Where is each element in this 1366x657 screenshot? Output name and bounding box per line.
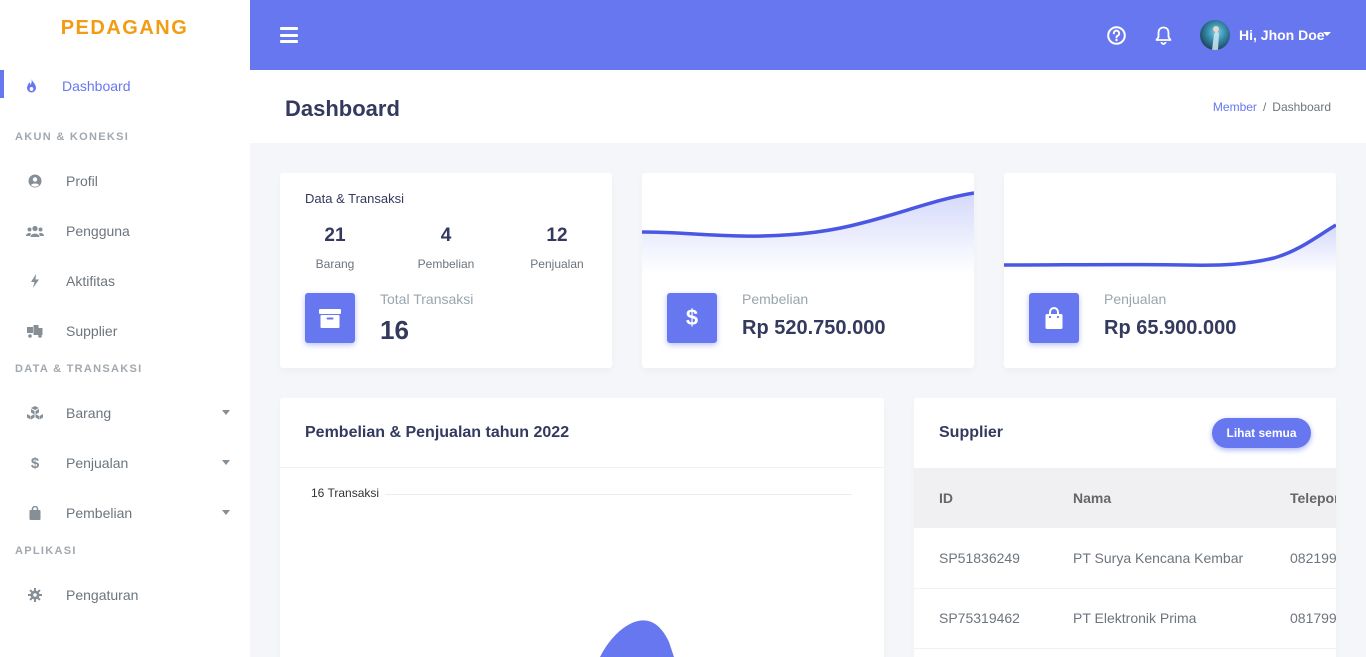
penjualan-card: Penjualan Rp 65.900.000: [1004, 173, 1336, 368]
chart-pie: [600, 620, 674, 657]
sidebar-item-label: Profil: [66, 173, 98, 189]
sidebar-item-dashboard[interactable]: Dashboard: [0, 70, 250, 102]
sidebar-item-label: Dashboard: [62, 78, 131, 94]
sidebar-item-label: Aktifitas: [66, 273, 116, 289]
breadcrumb-member-link[interactable]: Member: [1213, 100, 1257, 114]
pembelian-count: 4: [440, 225, 452, 246]
table-header: ID Nama Telepon: [914, 468, 1336, 528]
sidebar-item-profil[interactable]: Profil: [0, 156, 250, 206]
column-header-nama: Nama: [1073, 490, 1112, 506]
user-name[interactable]: Hi, Jhon Doe: [1239, 27, 1325, 43]
barang-label: Barang: [315, 257, 355, 271]
row-divider: [914, 648, 1336, 649]
brand-logo[interactable]: PEDAGANG: [0, 0, 250, 56]
penjualan-sparkline: [1004, 223, 1336, 273]
cubes-icon: [25, 406, 45, 420]
stats-title: Data & Transaksi: [305, 191, 404, 206]
dollar-icon: $: [667, 293, 717, 343]
sidebar-item-aktifitas[interactable]: Aktifitas: [0, 256, 250, 306]
gear-icon: [25, 588, 45, 602]
chevron-down-icon[interactable]: [1323, 32, 1331, 36]
column-header-telepon: Telepon: [1290, 490, 1336, 506]
bolt-icon: [25, 274, 45, 288]
avatar[interactable]: [1200, 20, 1230, 50]
cell-nama: PT Surya Kencana Kembar: [1073, 550, 1244, 566]
fire-icon: [21, 79, 41, 93]
pembelian-label: Pembelian: [742, 291, 809, 307]
sidebar-item-label: Supplier: [66, 323, 118, 339]
menu-header-akun: AKUN & KONEKSI: [15, 131, 130, 143]
archive-icon: [305, 293, 355, 343]
chart-title: Pembelian & Penjualan tahun 2022: [305, 424, 570, 441]
sidebar-item-label: Penjualan: [66, 455, 129, 471]
pembelian-card: $ Pembelian Rp 520.750.000: [642, 173, 974, 368]
supplier-card: Supplier Lihat semua ID Nama Telepon SP5…: [914, 398, 1336, 657]
shopping-bag-icon: [25, 506, 45, 520]
card-divider: [280, 467, 884, 468]
pembelian-sparkline: [642, 191, 974, 273]
help-icon[interactable]: [1105, 24, 1127, 46]
cell-nama: PT Elektronik Prima: [1073, 610, 1197, 626]
cell-telepon: 082199: [1290, 550, 1336, 566]
breadcrumb-separator: /: [1262, 100, 1267, 114]
sidebar-item-label: Pengguna: [66, 223, 130, 239]
breadcrumb-current: Dashboard: [1272, 100, 1331, 114]
supplier-title: Supplier: [939, 424, 1004, 441]
chart-card: Pembelian & Penjualan tahun 2022 16 Tran…: [280, 398, 884, 657]
penjualan-label: Penjualan: [530, 257, 584, 271]
dollar-icon: $: [30, 454, 40, 472]
total-transaksi-value: 16: [380, 315, 409, 345]
chevron-down-icon: [222, 410, 230, 415]
cell-telepon: 081799: [1290, 610, 1336, 626]
hamburger-menu-icon[interactable]: [280, 27, 298, 43]
chevron-down-icon: [222, 460, 230, 465]
penjualan-value: Rp 65.900.000: [1104, 317, 1237, 339]
pembelian-value: Rp 520.750.000: [742, 317, 886, 339]
stats-card: Data & Transaksi 21 Barang 4 Pembelian 1…: [280, 173, 612, 368]
sidebar-item-pengaturan[interactable]: Pengaturan: [0, 570, 250, 620]
pembelian-label: Pembelian: [417, 257, 475, 271]
sidebar-item-label: Barang: [66, 405, 112, 421]
sidebar-item-pembelian[interactable]: Pembelian: [0, 488, 250, 538]
cell-id: SP51836249: [939, 550, 1020, 566]
brand-text: PEDAGANG: [60, 16, 189, 39]
chevron-down-icon: [222, 510, 230, 515]
penjualan-count: 12: [546, 225, 568, 246]
lihat-semua-button[interactable]: Lihat semua: [1212, 418, 1311, 448]
chart-gridline: [385, 494, 852, 495]
sidebar-item-supplier[interactable]: Supplier: [0, 306, 250, 356]
sidebar-item-pengguna[interactable]: Pengguna: [0, 206, 250, 256]
penjualan-label: Penjualan: [1104, 291, 1167, 307]
total-transaksi-label: Total Transaksi: [380, 291, 474, 307]
topbar: Hi, Jhon Doe: [250, 0, 1366, 70]
sidebar: PEDAGANG Dashboard AKUN & KONEKSI Profil…: [0, 0, 250, 657]
sidebar-item-label: Pengaturan: [66, 587, 139, 603]
row-divider: [914, 588, 1336, 589]
shopping-bag-icon: [1029, 293, 1079, 343]
truck-loading-icon: [25, 324, 45, 338]
user-circle-icon: [25, 174, 45, 188]
sidebar-item-penjualan[interactable]: $ Penjualan: [0, 438, 250, 488]
cell-id: SP75319462: [939, 610, 1020, 626]
breadcrumb: Member / Dashboard: [1213, 100, 1331, 114]
sidebar-item-label: Pembelian: [66, 505, 133, 521]
sidebar-item-barang[interactable]: Barang: [0, 388, 250, 438]
bell-icon[interactable]: [1152, 24, 1174, 46]
barang-count: 21: [324, 225, 346, 246]
section-header: Dashboard Member / Dashboard: [250, 70, 1366, 143]
column-header-id: ID: [939, 490, 953, 506]
page-title: Dashboard: [285, 96, 400, 121]
users-icon: [25, 225, 45, 237]
chart-axis-label: 16 Transaksi: [311, 486, 380, 500]
